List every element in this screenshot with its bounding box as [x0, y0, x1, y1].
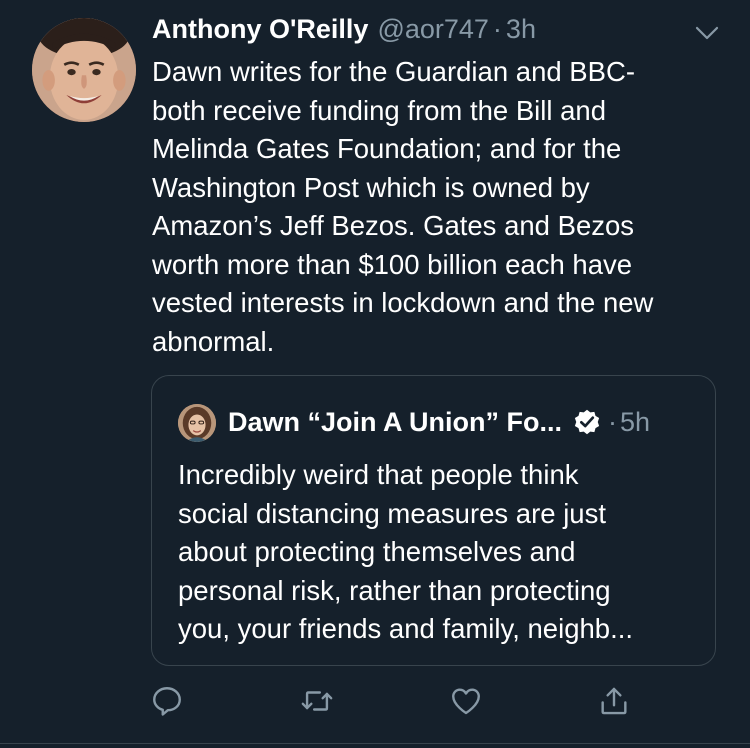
separator-dot: · — [492, 14, 502, 44]
share-button[interactable] — [597, 684, 631, 718]
tweet-timestamp[interactable]: 3h — [506, 14, 536, 45]
heart-icon — [452, 688, 480, 715]
chevron-down-icon — [695, 26, 719, 40]
quoted-tweet-card[interactable]: Dawn “Join A Union” Fo... · 5h Incredibl… — [151, 375, 716, 666]
like-button[interactable] — [449, 684, 483, 718]
reply-button[interactable] — [150, 684, 184, 718]
person-avatar-icon — [32, 18, 136, 122]
separator-dot: · — [607, 406, 617, 437]
tweet-menu-button[interactable] — [692, 18, 722, 48]
person-avatar-icon — [178, 404, 216, 442]
share-icon — [601, 687, 627, 715]
quoted-tweet-header: Dawn “Join A Union” Fo... · 5h — [228, 404, 650, 440]
quoted-author-avatar[interactable] — [178, 404, 216, 442]
tweet-divider — [0, 743, 750, 744]
quoted-tweet-timestamp[interactable]: 5h — [620, 407, 650, 438]
verified-badge-icon — [572, 407, 602, 437]
reply-icon — [153, 687, 181, 716]
tweet-actions-bar — [150, 684, 640, 720]
retweet-button[interactable] — [300, 684, 334, 718]
tweet-header: Anthony O'Reilly @aor747 · 3h — [152, 14, 536, 50]
author-handle[interactable]: @aor747 — [377, 14, 488, 45]
quoted-author-name[interactable]: Dawn “Join A Union” Fo... — [228, 407, 562, 438]
retweet-icon — [301, 691, 333, 711]
author-avatar[interactable] — [32, 18, 136, 122]
author-name[interactable]: Anthony O'Reilly — [152, 14, 368, 45]
tweet-text: Dawn writes for the Guardian and BBC- bo… — [152, 56, 654, 357]
tweet[interactable]: Anthony O'Reilly @aor747 · 3h Dawn write… — [0, 0, 750, 748]
quoted-tweet-text: Incredibly weird that people think socia… — [178, 459, 634, 644]
